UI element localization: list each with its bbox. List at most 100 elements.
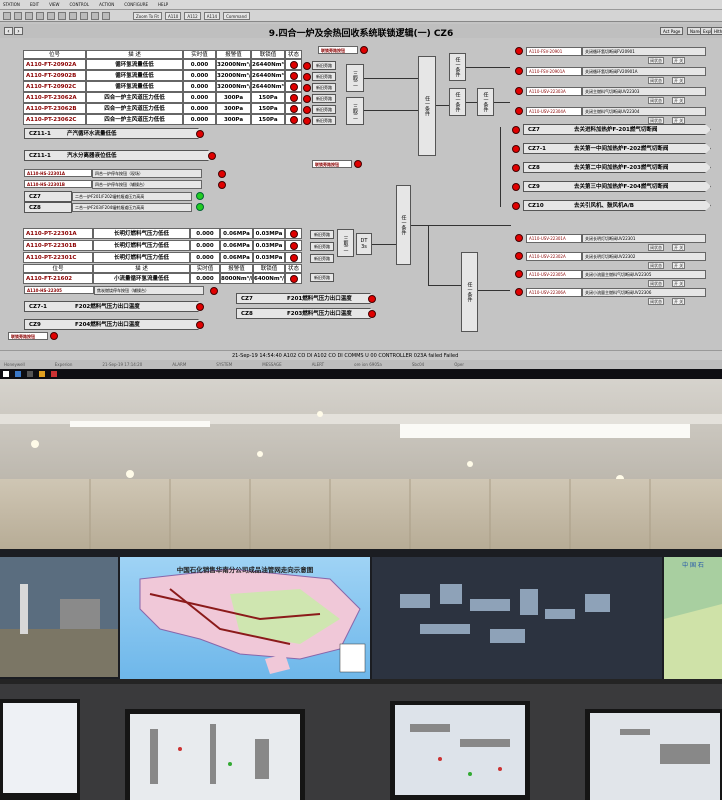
row-tag[interactable]: A110-FT-20902C: [23, 81, 86, 92]
status-indicator[interactable]: [290, 115, 298, 124]
app-icon[interactable]: [51, 371, 57, 377]
row-tag[interactable]: A110-PT-22301A: [23, 228, 93, 239]
zoom-button[interactable]: Zoom To Fit: [133, 11, 162, 20]
status-indicator[interactable]: [290, 71, 298, 80]
hs-indicator[interactable]: [218, 170, 226, 178]
cz7-indicator[interactable]: [196, 192, 204, 200]
status-indicator[interactable]: [290, 82, 298, 91]
output-indicator[interactable]: [515, 47, 523, 55]
bypass-toggle[interactable]: 新旧旁路: [310, 230, 334, 239]
cz-out-indicator[interactable]: [512, 144, 520, 153]
station-a112-button[interactable]: A112: [184, 11, 201, 20]
row-tag[interactable]: A110-FT-21602: [23, 273, 93, 284]
bypass-dot[interactable]: [303, 116, 311, 125]
alarm-bar-item[interactable]: MESSAGE: [262, 362, 281, 367]
cz-out-indicator[interactable]: [512, 182, 520, 191]
alarm-bar-item[interactable]: ALARM: [172, 362, 186, 367]
hs-indicator[interactable]: [218, 181, 226, 189]
station-a114-button[interactable]: A114: [203, 11, 221, 20]
mid-cz-indicator[interactable]: [368, 309, 376, 318]
bypass-dot[interactable]: [303, 94, 311, 103]
status-indicator[interactable]: [290, 229, 298, 238]
output-tag[interactable]: A110-USV-22304A: [526, 107, 582, 116]
bypass-toggle[interactable]: 新旧旁路: [310, 273, 334, 282]
bypass-toggle[interactable]: 新旧旁路: [312, 61, 336, 70]
output-tag[interactable]: A110-FSV-20901: [526, 47, 582, 56]
cz-output[interactable]: CZ7-1 去关第一中间加热炉F-202燃气切断阀: [523, 143, 711, 154]
bypass-toggle[interactable]: 新旧旁路: [312, 116, 336, 125]
bypass-toggle[interactable]: 新旧旁路: [312, 83, 336, 92]
cz-output[interactable]: CZ9 去关第三中间加热炉F-204燃气切断阀: [523, 181, 711, 192]
bypass-dot[interactable]: [303, 72, 311, 81]
status-indicator[interactable]: [290, 253, 298, 262]
output-indicator[interactable]: [515, 288, 523, 296]
cz-out-indicator[interactable]: [512, 125, 520, 134]
output-tag[interactable]: A110-USV-22305A: [526, 270, 582, 279]
command-field[interactable]: Command: [223, 11, 250, 20]
trend-icon[interactable]: [58, 11, 66, 20]
output-indicator[interactable]: [515, 67, 523, 75]
bypass-toggle[interactable]: 新旧旁路: [312, 94, 336, 103]
hs-tag[interactable]: A110-HS-22305: [24, 286, 94, 294]
output-tag[interactable]: A110-USV-22302A: [526, 252, 582, 261]
bypass-button-label[interactable]: 联锁旁路按钮: [318, 46, 358, 54]
valve-open-close[interactable]: 开 关: [672, 77, 686, 84]
cz9-indicator[interactable]: [196, 320, 204, 329]
cz-indicator[interactable]: [196, 129, 204, 138]
menu-item-help[interactable]: HELP: [158, 2, 168, 7]
bypass-button-label[interactable]: 联锁旁路按钮: [8, 332, 48, 340]
bypass-toggle[interactable]: 新旧旁路: [312, 72, 336, 81]
output-tag[interactable]: A110-USV-22301A: [526, 234, 582, 243]
cz-output[interactable]: CZ10 去关引风机、鼓风机A/B: [523, 200, 711, 211]
bypass-button-label[interactable]: 联锁旁路按钮: [312, 160, 352, 168]
bypass-indicator[interactable]: [360, 46, 368, 54]
output-tag[interactable]: A110-FSV-20901A: [526, 67, 582, 76]
output-tag[interactable]: A110-USV-22303A: [526, 87, 582, 96]
bypass-indicator[interactable]: [354, 160, 362, 168]
explorer-icon[interactable]: [39, 371, 45, 377]
act-page-button[interactable]: Act Page: [660, 27, 684, 35]
row-tag[interactable]: A110-PT-23062C: [23, 114, 86, 125]
menu-item-action[interactable]: ACTION: [99, 2, 114, 7]
cz8-label[interactable]: CZ8: [24, 202, 72, 213]
hs-indicator[interactable]: [210, 287, 218, 295]
cz71-indicator[interactable]: [196, 302, 204, 311]
valve-open-close[interactable]: 开 关: [672, 57, 686, 64]
status-indicator[interactable]: [290, 274, 298, 283]
output-indicator[interactable]: [515, 252, 523, 260]
row-tag[interactable]: A110-FT-20902A: [23, 59, 86, 70]
check-icon[interactable]: [69, 11, 77, 20]
row-tag[interactable]: A110-PT-22301C: [23, 252, 93, 263]
output-indicator[interactable]: [515, 107, 523, 115]
alarm-bar-item[interactable]: SYSTEM: [216, 362, 232, 367]
close-icon[interactable]: [80, 11, 88, 20]
cz-out-indicator[interactable]: [512, 201, 520, 210]
cz7-label[interactable]: CZ7: [24, 191, 72, 202]
bypass-dot[interactable]: [303, 83, 311, 92]
valve-open-close[interactable]: 开 关: [672, 117, 686, 124]
row-tag[interactable]: A110-PT-22301B: [23, 240, 93, 251]
valve-open-close[interactable]: 开 关: [672, 298, 686, 305]
status-indicator[interactable]: [290, 241, 298, 250]
output-tag[interactable]: A110-USV-22306A: [526, 288, 582, 297]
menu-item-edit[interactable]: EDIT: [30, 2, 39, 7]
cz9-input[interactable]: CZ9 F204燃料气压力出口温度: [24, 319, 204, 330]
output-indicator[interactable]: [515, 87, 523, 95]
back-icon[interactable]: [3, 11, 11, 20]
row-tag[interactable]: A110-PT-23062B: [23, 103, 86, 114]
status-indicator[interactable]: [290, 60, 298, 69]
output-indicator[interactable]: [515, 270, 523, 278]
hs-tag[interactable]: A110-HS-22301A: [24, 169, 92, 177]
menu-item-configure[interactable]: CONFIGURE: [124, 2, 148, 7]
output-indicator[interactable]: [515, 234, 523, 242]
mid-cz-indicator[interactable]: [368, 294, 376, 303]
menu-item-view[interactable]: VIEW: [49, 2, 59, 7]
bypass-toggle[interactable]: 新旧旁路: [310, 242, 334, 251]
down-icon[interactable]: [102, 11, 110, 20]
bypass-dot[interactable]: [303, 61, 311, 70]
cz-output[interactable]: CZ7 去关进料加热炉F-201燃气切断阀: [523, 124, 711, 135]
cz-input[interactable]: CZ11-1 产汽循环水流量低低: [24, 128, 204, 139]
row-tag[interactable]: A110-PT-23062A: [23, 92, 86, 103]
bypass-dot[interactable]: [303, 105, 311, 114]
status-indicator[interactable]: [290, 93, 298, 102]
